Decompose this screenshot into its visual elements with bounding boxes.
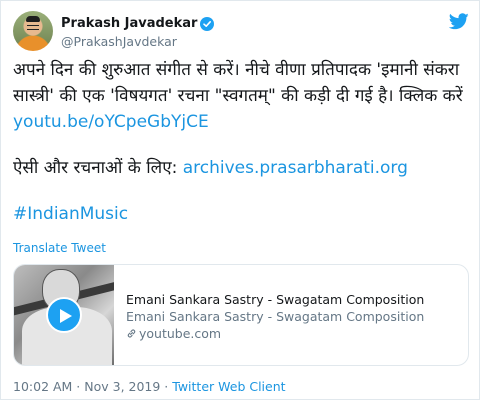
tweet-paragraph-2: ऐसी और रचनाओं के लिए: archives.prasarbha… bbox=[13, 155, 469, 181]
verified-badge-icon bbox=[200, 16, 215, 31]
link-icon bbox=[127, 329, 136, 338]
tweet-header: Prakash Javadekar @PrakashJavdekar bbox=[13, 11, 469, 51]
tweet-embed: Prakash Javadekar @PrakashJavdekar अपने … bbox=[0, 0, 480, 400]
card-title[interactable]: Emani Sankara Sastry - Swagatam Composit… bbox=[126, 291, 456, 308]
youtube-short-link[interactable]: youtu.be/oYCpeGbYjCE bbox=[13, 112, 209, 132]
tweet-timestamp[interactable]: 10:02 AM · Nov 3, 2019 · bbox=[13, 379, 172, 394]
card-domain-text: youtube.com bbox=[139, 326, 222, 341]
hashtag-link[interactable]: #IndianMusic bbox=[13, 204, 128, 224]
card-thumbnail[interactable] bbox=[14, 265, 114, 365]
translate-tweet-button[interactable]: Translate Tweet bbox=[13, 241, 106, 255]
tweet-footer: 10:02 AM · Nov 3, 2019 · Twitter Web Cli… bbox=[13, 379, 286, 394]
author-names[interactable]: Prakash Javadekar @PrakashJavdekar bbox=[61, 13, 215, 49]
avatar[interactable] bbox=[13, 11, 53, 51]
card-description: Emani Sankara Sastry - Swagatam Composit… bbox=[126, 309, 425, 324]
tweet-line-2: ऐसी और रचनाओं के लिए: bbox=[13, 158, 183, 178]
author-handle[interactable]: @PrakashJavdekar bbox=[61, 34, 214, 49]
tweet-line-1: अपने दिन की शुरुआत संगीत से करें। नीचे व… bbox=[13, 60, 463, 106]
avatar-hair bbox=[26, 16, 40, 22]
tweet-text: अपने दिन की शुरुआत संगीत से करें। नीचे व… bbox=[13, 57, 469, 227]
avatar-glasses bbox=[27, 25, 39, 30]
card-body[interactable]: Emani Sankara Sastry - Swagatam Composit… bbox=[126, 291, 456, 343]
archives-link[interactable]: archives.prasarbharati.org bbox=[183, 158, 408, 178]
play-icon[interactable] bbox=[46, 297, 82, 333]
author-display-name[interactable]: Prakash Javadekar bbox=[61, 16, 197, 31]
twitter-bird-icon[interactable] bbox=[448, 13, 469, 34]
link-card[interactable]: Emani Sankara Sastry - Swagatam Composit… bbox=[13, 264, 469, 366]
tweet-paragraph-1: अपने दिन की शुरुआत संगीत से करें। नीचे व… bbox=[13, 57, 469, 135]
card-domain: youtube.com bbox=[126, 325, 456, 343]
tweet-client-link[interactable]: Twitter Web Client bbox=[172, 379, 285, 394]
tweet-paragraph-3: #IndianMusic bbox=[13, 201, 469, 227]
